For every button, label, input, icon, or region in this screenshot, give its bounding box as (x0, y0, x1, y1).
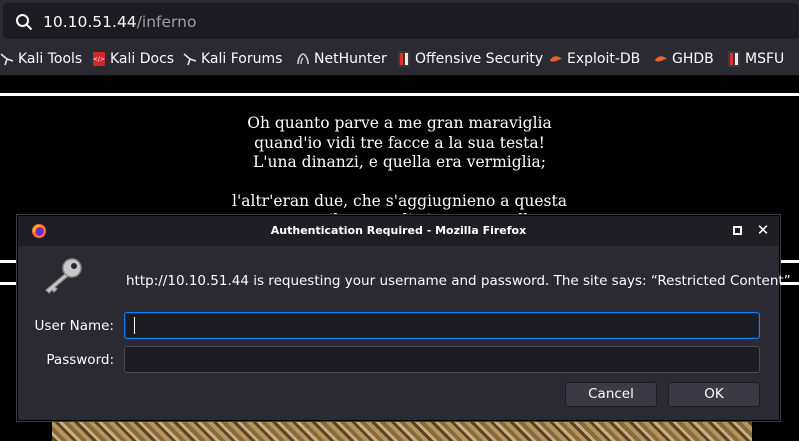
bookmark-label: GHDB (672, 51, 714, 67)
poem-line: quand'io vidi tre facce a la sua testa! (254, 133, 545, 152)
ok-button[interactable]: OK (668, 382, 760, 407)
bookmark-label: Kali Forums (201, 51, 283, 67)
bookmark-label: Kali Tools (18, 51, 83, 67)
bookmark-offensive-security[interactable]: Offensive Security (397, 50, 543, 68)
nethunter-icon (297, 53, 309, 65)
poem-line: L'una dinanzi, e quella era vermiglia; (252, 153, 547, 171)
text-caret (134, 317, 135, 334)
url-host: 10.10.51.44 (43, 13, 137, 31)
auth-dialog: Authentication Required - Mozilla Firefo… (17, 215, 791, 421)
bookmark-msfu[interactable]: MSFU (727, 50, 784, 68)
kali-dragon-icon (0, 53, 14, 66)
username-label: User Name: (34, 318, 114, 334)
bookmark-label: Kali Docs (110, 51, 175, 67)
password-field[interactable] (124, 346, 760, 373)
key-icon (45, 258, 82, 294)
bookmark-label: NetHunter (314, 51, 387, 67)
bookmark-ghdb[interactable]: GHDB (654, 50, 714, 68)
username-field[interactable] (124, 312, 760, 339)
auth-message: http://10.10.51.44 is requesting your us… (126, 273, 791, 289)
svg-text:</>: </> (93, 56, 105, 63)
bookmark-kali-docs[interactable]: </> Kali Docs (92, 50, 174, 68)
horizontal-rule (0, 93, 799, 96)
poem: Oh quanto parve a me gran maraviglia qua… (0, 114, 799, 231)
password-label: Password: (46, 352, 114, 368)
close-icon[interactable]: ✕ (756, 223, 770, 238)
offsec-icon (728, 51, 740, 67)
bookmark-exploit-db[interactable]: Exploit-DB (549, 50, 640, 68)
ghdb-icon (655, 56, 667, 62)
bookmarks-toolbar: Kali Tools </> Kali Docs Kali Forums Net… (0, 42, 799, 76)
bookmark-kali-tools[interactable]: Kali Tools (0, 50, 82, 68)
url-text[interactable]: 10.10.51.44/inferno (43, 12, 196, 32)
search-icon (16, 14, 33, 31)
dialog-titlebar[interactable]: Authentication Required - Mozilla Firefo… (18, 216, 779, 246)
url-path: /inferno (136, 13, 197, 31)
poem-line: Oh quanto parve a me gran maraviglia (247, 114, 552, 132)
maximize-icon[interactable] (733, 226, 742, 235)
inferno-map-image (52, 421, 752, 441)
exploitdb-icon (550, 56, 562, 62)
poem-line: l'altr'eran due, che s'aggiugnieno a que… (232, 191, 567, 210)
kali-dragon-icon (183, 53, 197, 66)
dialog-title: Authentication Required - Mozilla Firefo… (270, 224, 527, 237)
bookmark-label: MSFU (745, 51, 785, 67)
kali-docs-icon: </> (93, 52, 105, 66)
bookmark-label: Exploit-DB (567, 51, 641, 67)
url-bar[interactable]: 10.10.51.44/inferno (3, 3, 799, 39)
bookmark-label: Offensive Security (415, 51, 544, 67)
bookmark-kali-forums[interactable]: Kali Forums (183, 50, 282, 68)
cancel-button[interactable]: Cancel (565, 382, 657, 407)
bookmark-nethunter[interactable]: NetHunter (296, 50, 387, 68)
toolbar: 10.10.51.44/inferno (0, 0, 799, 42)
poem-line (0, 173, 799, 192)
offsec-icon (398, 51, 410, 67)
